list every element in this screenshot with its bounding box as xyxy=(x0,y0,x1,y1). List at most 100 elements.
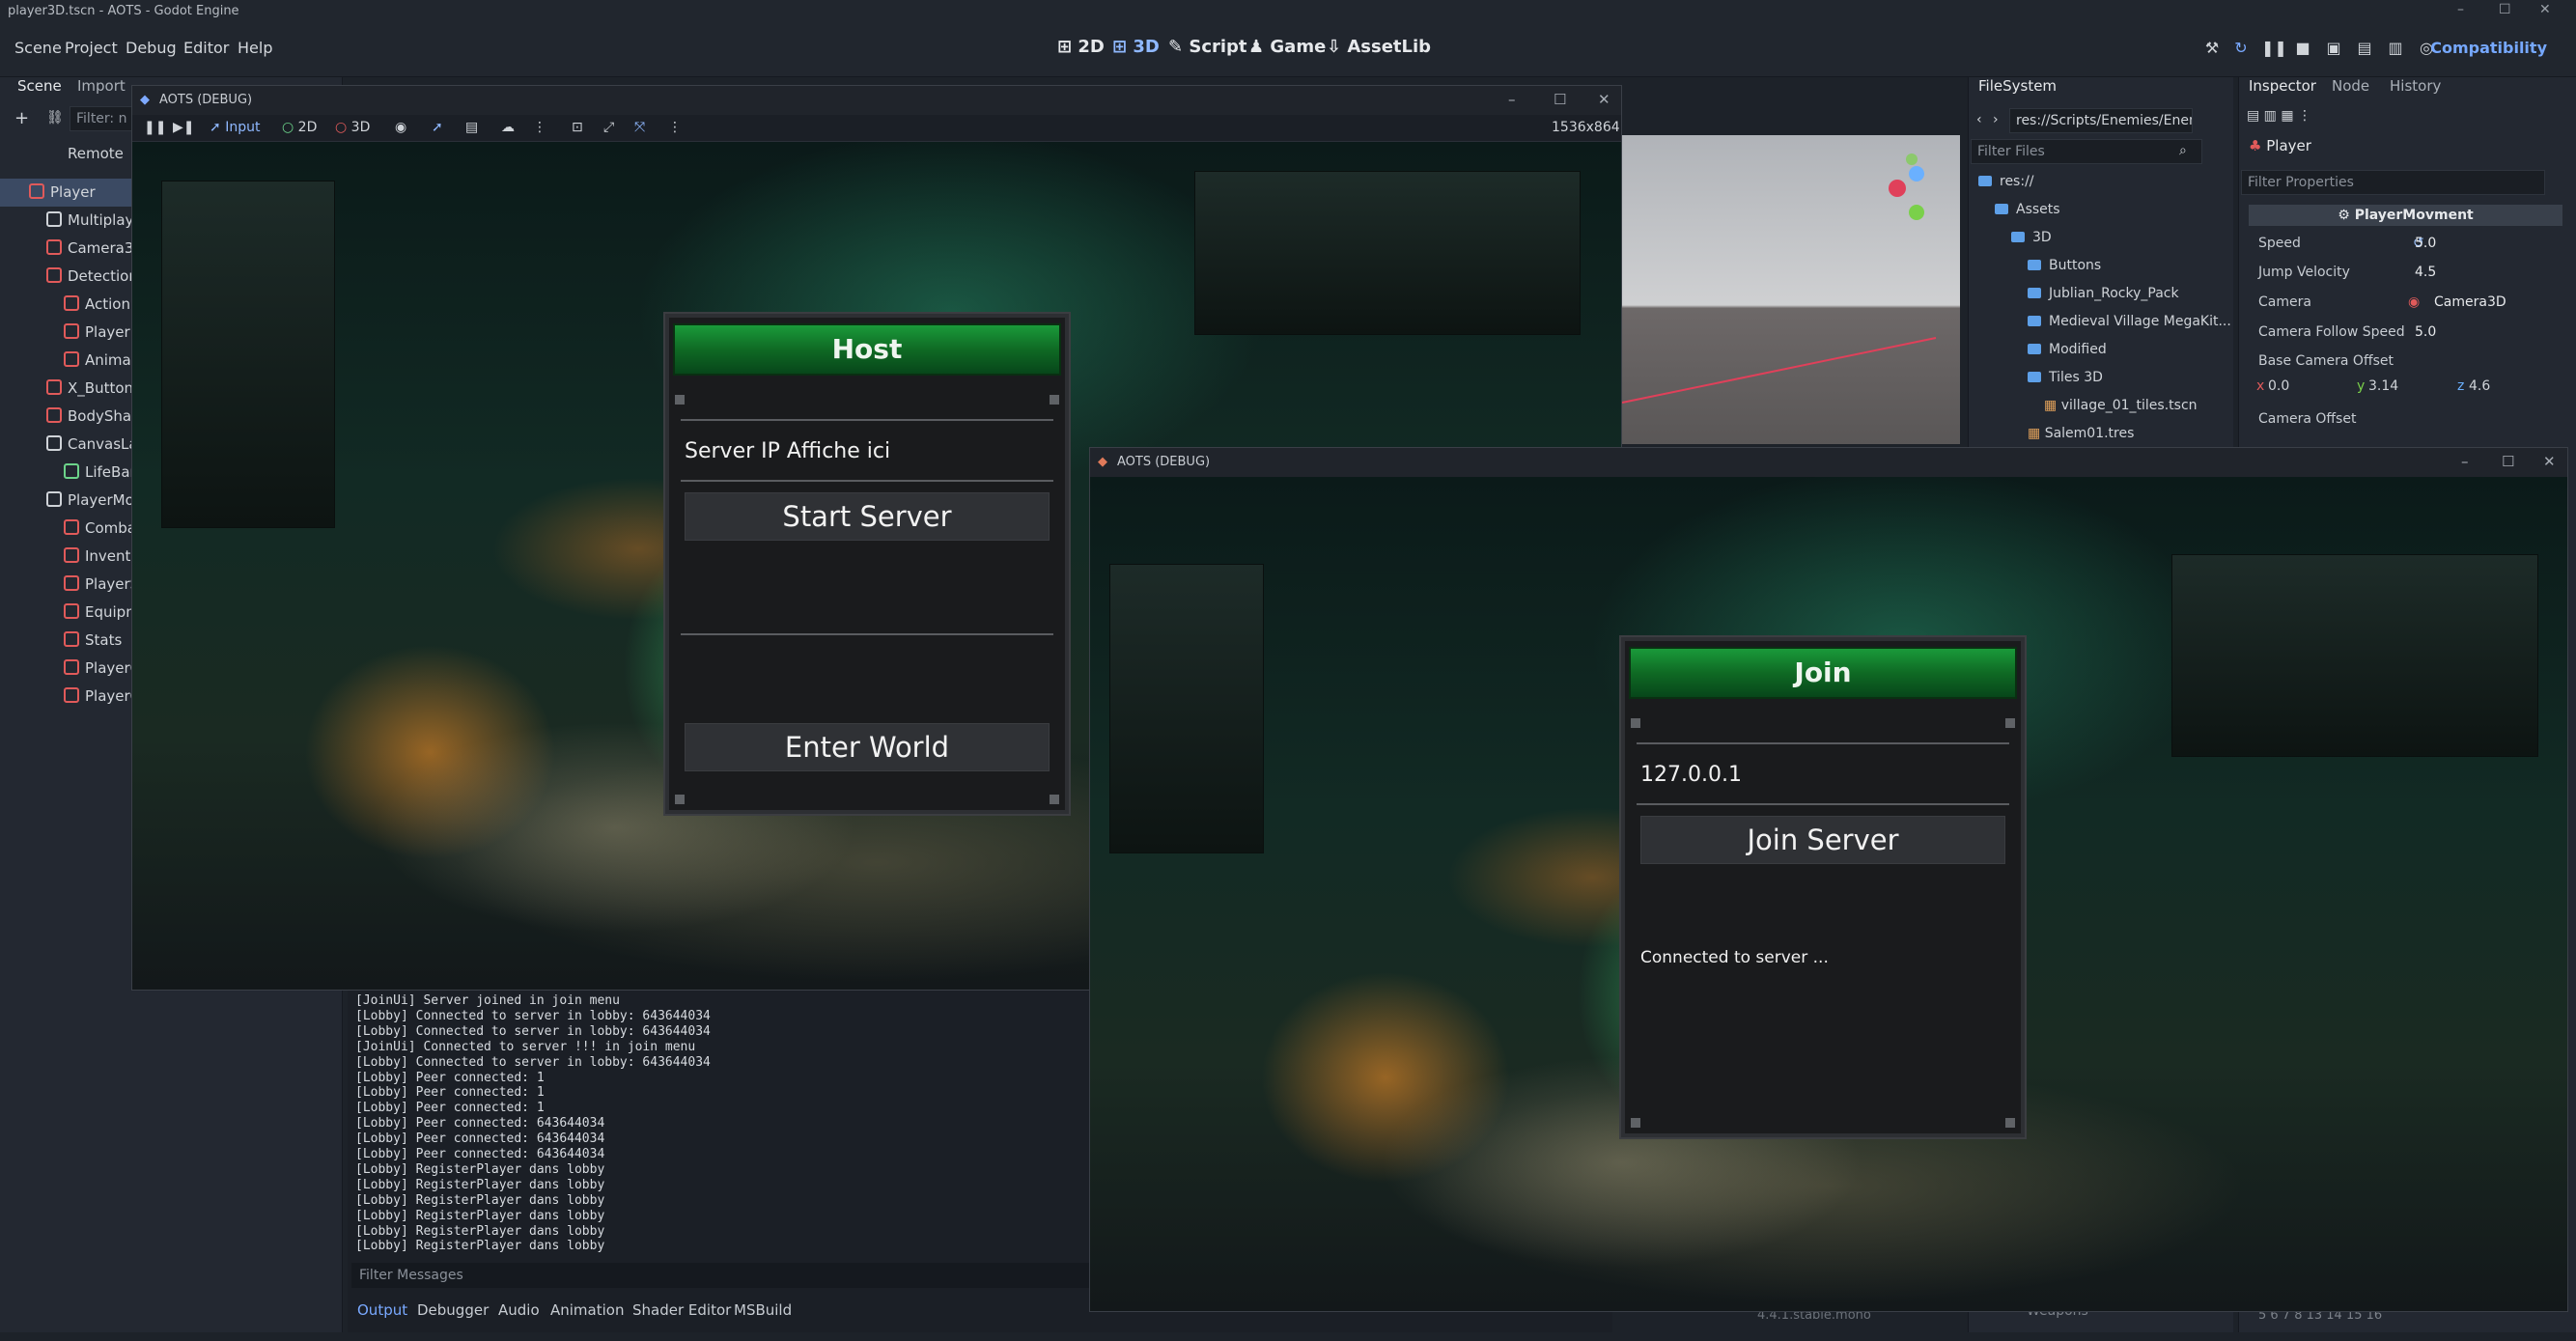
host-maximize-icon[interactable]: ☐ xyxy=(1554,91,1566,108)
movie-icon[interactable]: ⚒ xyxy=(2201,39,2223,60)
forward-icon[interactable]: › xyxy=(1993,112,1999,127)
file-item[interactable]: ▦ Salem01.tres xyxy=(2028,426,2134,441)
expand-icon[interactable]: ⤢ xyxy=(603,120,614,135)
tab-audio[interactable]: Audio xyxy=(498,1301,540,1319)
camera-node-icon: ◉ xyxy=(2408,294,2421,310)
pause-icon[interactable]: ❚❚ xyxy=(2261,39,2287,60)
workspace-3d[interactable]: ⊞ 3D xyxy=(1112,37,1160,57)
menu-scene[interactable]: Scene xyxy=(14,39,62,57)
host-panel: Host Server IP Affiche ici Start Server … xyxy=(665,314,1069,814)
host-minimize-icon[interactable]: – xyxy=(1508,91,1516,108)
stop-icon[interactable]: ■ xyxy=(2292,39,2313,60)
camera-override-icon[interactable]: ☁ xyxy=(501,120,515,135)
add-node-icon[interactable]: + xyxy=(14,108,29,128)
remote-toggle[interactable]: Remote xyxy=(68,145,124,162)
folder-item[interactable]: Medieval Village MegaKit... xyxy=(2028,314,2231,329)
folder-item[interactable]: res:// xyxy=(1978,174,2034,189)
folder-item[interactable]: Tiles 3D xyxy=(2028,370,2103,385)
file-label: Medieval Village MegaKit... xyxy=(2049,314,2231,329)
menu-debug[interactable]: Debug xyxy=(126,39,177,57)
enter-world-button[interactable]: Enter World xyxy=(685,723,1050,771)
visibility-icon[interactable]: ◉ xyxy=(395,120,406,135)
join-minimize-icon[interactable]: – xyxy=(2461,453,2469,470)
tab-history[interactable]: History xyxy=(2390,77,2441,95)
ip-address-input[interactable]: 127.0.0.1 xyxy=(1640,763,1742,787)
tab-inspector[interactable]: Inspector xyxy=(2249,77,2316,95)
folder-item[interactable]: Modified xyxy=(2028,342,2107,357)
prop-jump-value[interactable]: 4.5 xyxy=(2415,265,2436,280)
file-label: village_01_tiles.tscn xyxy=(2060,398,2198,413)
reload-icon[interactable]: ↻ xyxy=(2230,39,2252,60)
host-close-icon[interactable]: ✕ xyxy=(1598,91,1610,108)
menu-editor[interactable]: Editor xyxy=(183,39,229,57)
mode-2d-toggle[interactable]: ○ 2D xyxy=(282,120,317,135)
offset-y[interactable]: 3.14 xyxy=(2368,378,2398,394)
pause-game-icon[interactable]: ❚❚ xyxy=(144,120,166,135)
node-type-icon xyxy=(46,379,62,395)
minimize-icon[interactable]: – xyxy=(2457,2,2464,17)
menu-project[interactable]: Project xyxy=(65,39,118,57)
path-field[interactable]: res://Scripts/Enemies/Enem xyxy=(2009,108,2193,133)
inspected-object[interactable]: ♣ Player xyxy=(2249,137,2548,160)
offset-z[interactable]: 4.6 xyxy=(2469,378,2490,394)
host-window-titlebar[interactable]: ◆ AOTS (DEBUG) – ☐ ✕ xyxy=(132,86,1621,115)
link-icon[interactable]: ⛓ xyxy=(46,110,64,126)
workspace-script[interactable]: ✎ Script xyxy=(1168,37,1247,57)
select-icon[interactable]: ➚ xyxy=(432,120,443,135)
menu-help[interactable]: Help xyxy=(238,39,272,57)
join-window-titlebar[interactable]: ◆ AOTS (DEBUG) – ☐ ✕ xyxy=(1090,448,2567,477)
scene-filter-input[interactable]: Filter: n xyxy=(70,106,137,131)
fit-icon[interactable]: ⊡ xyxy=(572,120,583,135)
more-icon[interactable]: ⋮ xyxy=(533,120,546,135)
prop-camera-label: Camera xyxy=(2258,294,2311,310)
tab-scene[interactable]: Scene xyxy=(17,77,62,95)
prop-follow-value[interactable]: 5.0 xyxy=(2415,324,2436,340)
script-section-header[interactable]: ⚙ PlayerMovment xyxy=(2249,205,2562,226)
tab-output[interactable]: Output xyxy=(357,1301,407,1319)
options-icon[interactable]: ⋮ xyxy=(668,120,682,135)
prop-speed-value[interactable]: 5.0 xyxy=(2415,236,2436,251)
gizmo-z xyxy=(1909,166,1924,182)
workspace-assetlib[interactable]: ⇩ AssetLib xyxy=(1327,37,1431,57)
offset-x[interactable]: 0.0 xyxy=(2268,378,2289,394)
join-server-button[interactable]: Join Server xyxy=(1640,816,2005,864)
file-icon: ▦ xyxy=(2044,398,2061,413)
tab-debugger[interactable]: Debugger xyxy=(417,1301,489,1319)
folder-item[interactable]: 3D xyxy=(2011,230,2052,245)
play-custom-icon[interactable]: ▥ xyxy=(2385,39,2406,60)
file-filter-input[interactable]: Filter Files xyxy=(1971,139,2202,164)
editor-3d-viewport[interactable] xyxy=(1617,135,1960,444)
file-item[interactable]: ▦ village_01_tiles.tscn xyxy=(2044,398,2198,413)
folder-item[interactable]: Buttons xyxy=(2028,258,2101,273)
mode-3d-toggle[interactable]: ○ 3D xyxy=(335,120,370,135)
start-server-button[interactable]: Start Server xyxy=(685,492,1050,541)
tab-msbuild[interactable]: MSBuild xyxy=(734,1301,792,1319)
tab-shader-editor[interactable]: Shader Editor xyxy=(632,1301,731,1319)
base-offset-vector[interactable]: x 0.0 y 3.14 z 4.6 xyxy=(2249,378,2558,402)
back-icon[interactable]: ‹ xyxy=(1976,112,1982,127)
remote-debug-icon[interactable]: ▣ xyxy=(2323,39,2344,60)
input-toggle[interactable]: ➚ Input xyxy=(210,120,260,135)
play-scene-icon[interactable]: ▤ xyxy=(2354,39,2375,60)
list-select-icon[interactable]: ▤ xyxy=(465,120,478,135)
join-maximize-icon[interactable]: ☐ xyxy=(2502,453,2514,470)
prop-camera-value[interactable]: Camera3D xyxy=(2434,294,2506,310)
file-icon: ▦ xyxy=(2028,426,2045,441)
next-frame-icon[interactable]: ▶❚ xyxy=(173,120,195,135)
workspace-2d[interactable]: ⊞ 2D xyxy=(1057,37,1105,57)
maximize-icon[interactable]: ☐ xyxy=(2499,2,2511,17)
renderer-select[interactable]: Compatibility xyxy=(2430,39,2547,57)
join-game-window[interactable]: ◆ AOTS (DEBUG) – ☐ ✕ Join 127.0.0.1 Join… xyxy=(1089,447,2568,1312)
log-line: [Lobby] RegisterPlayer dans lobby xyxy=(355,1161,605,1177)
folder-item[interactable]: Jublian_Rocky_Pack xyxy=(2028,286,2179,301)
property-filter-input[interactable]: Filter Properties xyxy=(2241,170,2545,195)
workspace-game[interactable]: ♟ Game xyxy=(1248,37,1326,57)
tab-filesystem[interactable]: FileSystem xyxy=(1978,77,2057,95)
tab-import[interactable]: Import xyxy=(77,77,126,95)
folder-item[interactable]: Assets xyxy=(1995,202,2060,217)
tab-node[interactable]: Node xyxy=(2332,77,2369,95)
close-icon[interactable]: ✕ xyxy=(2539,2,2551,17)
tab-animation[interactable]: Animation xyxy=(550,1301,624,1319)
join-close-icon[interactable]: ✕ xyxy=(2543,453,2556,470)
fullscreen-icon[interactable]: ⤧ xyxy=(634,120,645,135)
